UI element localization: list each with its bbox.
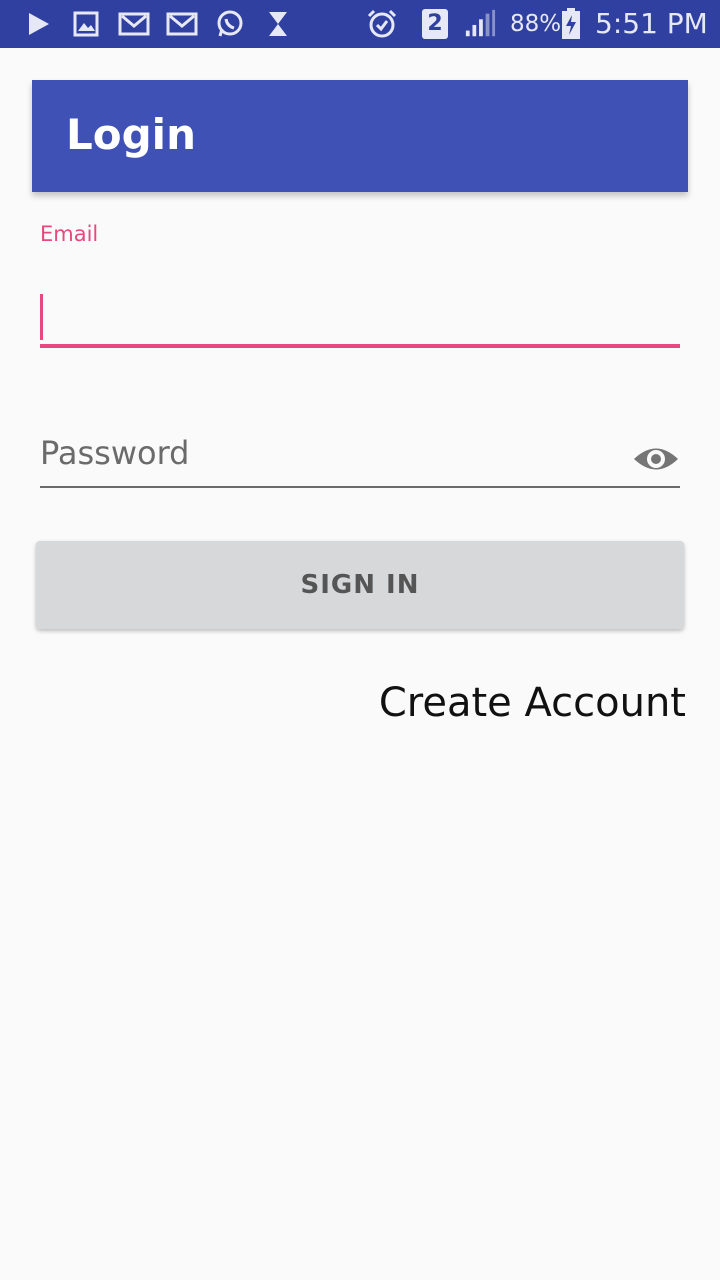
hourglass-icon	[262, 8, 294, 40]
create-account-link[interactable]: Create Account	[379, 680, 686, 726]
battery-charging-icon	[560, 8, 582, 40]
gallery-icon	[70, 8, 102, 40]
app-bar: Login	[32, 80, 688, 192]
email-label: Email	[40, 222, 99, 246]
signal-icon	[464, 8, 496, 40]
whatsapp-icon	[214, 8, 246, 40]
sim-2-icon: 2	[420, 8, 450, 40]
password-field[interactable]	[40, 420, 680, 488]
clock: 5:51 PM	[595, 7, 708, 40]
alarm-icon	[366, 8, 398, 40]
sign-in-button[interactable]: SIGN IN	[36, 541, 684, 629]
page-title: Login	[66, 110, 196, 159]
gmail-icon	[166, 8, 198, 40]
text-cursor	[40, 294, 43, 340]
eye-icon[interactable]	[632, 438, 680, 480]
play-store-icon	[22, 8, 54, 40]
email-field[interactable]	[40, 268, 680, 348]
battery-percent: 88%	[510, 11, 562, 37]
gmail-icon	[118, 8, 150, 40]
status-bar: 2 88% 5:51 PM	[0, 0, 720, 48]
sim-slot-number: 2	[422, 9, 448, 39]
